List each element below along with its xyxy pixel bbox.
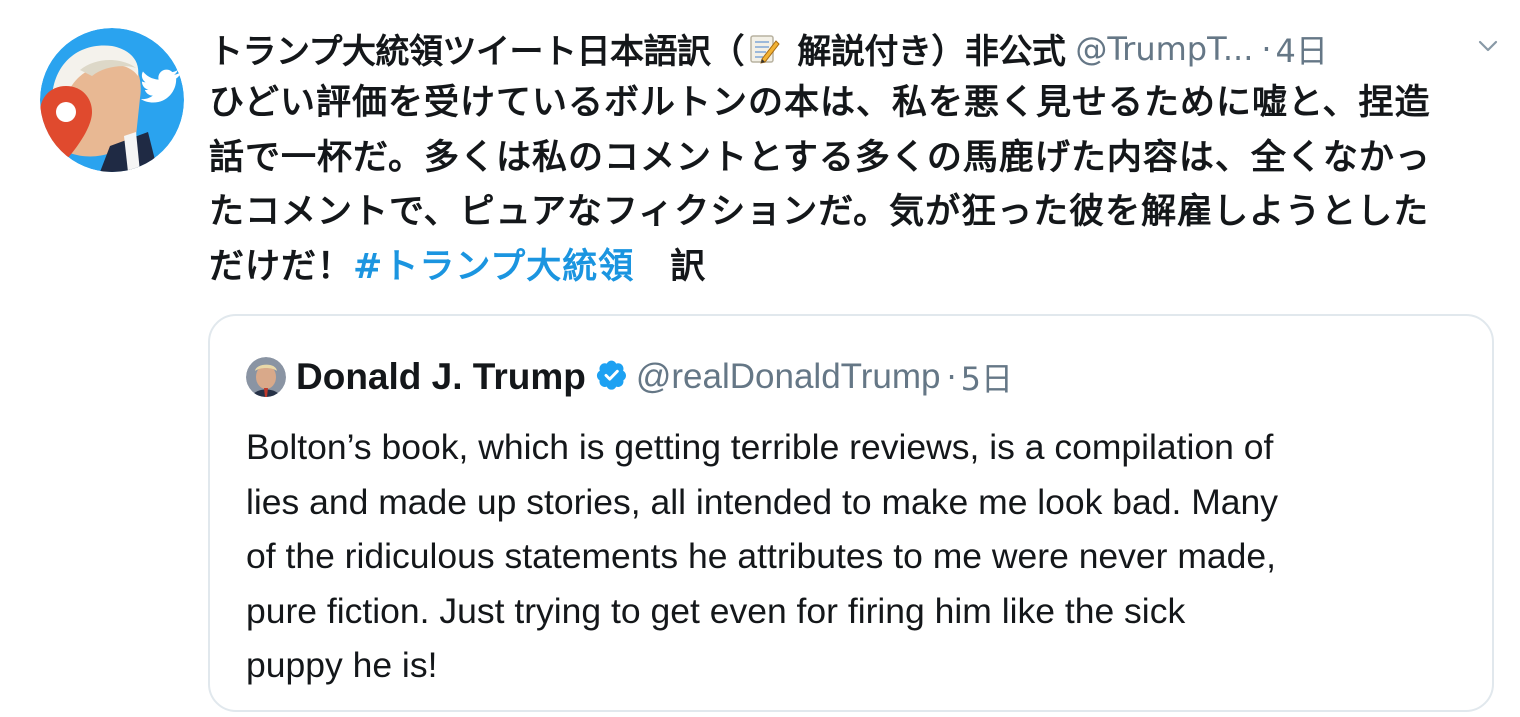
avatar[interactable] bbox=[40, 28, 184, 172]
handle[interactable]: @TrumpT... bbox=[1075, 30, 1253, 68]
quoted-text-line: lies and made up stories, all intended t… bbox=[246, 481, 1279, 522]
tweet-text-suffix: 訳 bbox=[670, 246, 707, 287]
quoted-avatar bbox=[246, 357, 286, 397]
quoted-text-line: pure fiction. Just trying to get even fo… bbox=[246, 590, 1186, 631]
quoted-text-line: Bolton’s book, which is getting terrible… bbox=[246, 427, 1274, 467]
display-name[interactable]: トランプ大統領ツイート日本語訳（ 解説付き）非公式 bbox=[209, 24, 1066, 74]
tweet-text-line: 話で一杯だ。多くは私のコメントとする多くの馬鹿げた内容は、全くなかっ bbox=[209, 137, 1431, 178]
tweet-text-prefix: だけだ！ bbox=[209, 246, 354, 287]
hashtag-link[interactable]: #トランプ大統領 bbox=[353, 247, 634, 287]
quoted-tweet-text: Bolton’s book, which is getting terrible… bbox=[246, 420, 1466, 693]
tweet-text-line-last: だけだ！#トランプ大統領訳 bbox=[209, 240, 1489, 295]
quoted-text-line: puppy he is! bbox=[246, 645, 438, 685]
tweet-header: トランプ大統領ツイート日本語訳（ 解説付き）非公式 @TrumpT... · 4… bbox=[209, 24, 1499, 74]
separator-dot: · bbox=[1261, 30, 1272, 68]
verified-badge-icon bbox=[596, 359, 628, 395]
chevron-down-icon[interactable] bbox=[1478, 38, 1498, 57]
quoted-display-name: Donald J. Trump bbox=[296, 356, 586, 397]
tweet-text-line: ひどい評価を受けているボルトンの本は、私を悪く見せるために嘘と、捏造 bbox=[209, 83, 1431, 123]
avatar-image bbox=[40, 28, 184, 172]
display-name-part2: 解説付き）非公式 bbox=[785, 32, 1066, 72]
tweet[interactable]: トランプ大統領ツイート日本語訳（ 解説付き）非公式 @TrumpT... · 4… bbox=[0, 0, 1520, 717]
quoted-text-line: of the ridiculous statements he attribut… bbox=[246, 536, 1277, 576]
quoted-timestamp: 5日 bbox=[960, 360, 1014, 398]
quoted-handle: @realDonaldTrump bbox=[635, 357, 941, 396]
memo-icon bbox=[748, 33, 780, 74]
timestamp[interactable]: 4日 bbox=[1276, 26, 1328, 72]
quoted-separator-dot: · bbox=[946, 358, 957, 396]
quoted-tweet[interactable]: Donald J. Trump @realDonaldTrump · 5日 Bo… bbox=[208, 314, 1494, 712]
quoted-tweet-header: Donald J. Trump @realDonaldTrump · 5日 bbox=[246, 352, 1013, 402]
display-name-part1: トランプ大統領ツイート日本語訳（ bbox=[209, 32, 744, 72]
tweet-text: ひどい評価を受けているボルトンの本は、私を悪く見せるために嘘と、捏造 話で一杯だ… bbox=[209, 76, 1489, 294]
tweet-text-line: たコメントで、ピュアなフィクションだ。気が狂った彼を解雇しようとした bbox=[209, 192, 1430, 232]
